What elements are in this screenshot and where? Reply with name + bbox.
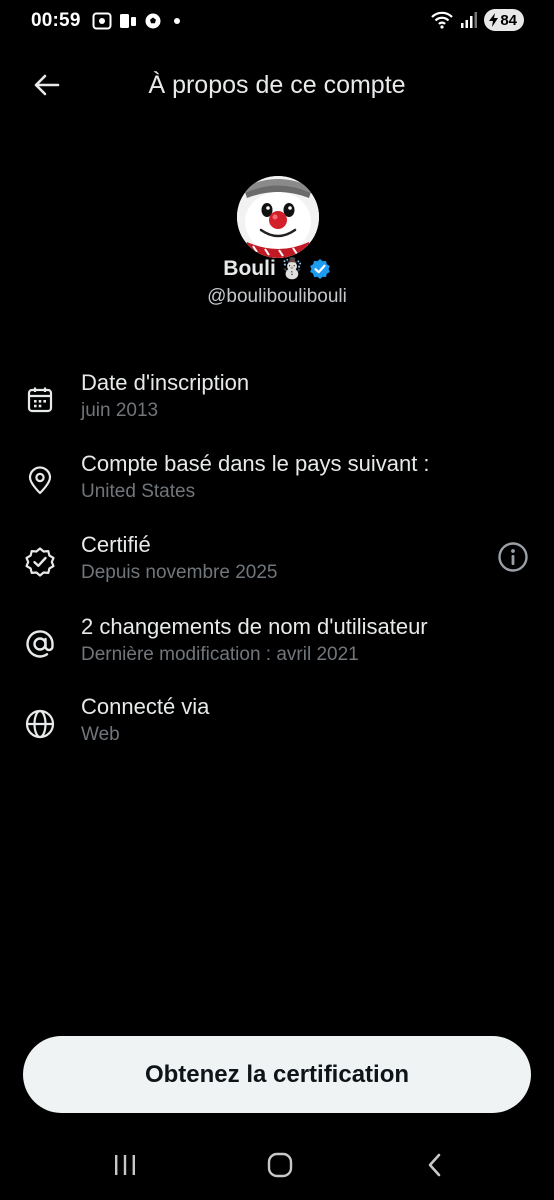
about-account-screen: 00:59 84 À propos de ce compte Bouli ☃️ … xyxy=(0,0,554,1200)
home-button[interactable] xyxy=(260,1148,300,1182)
info-row-username-changes: 2 changements de nom d'utilisateur Derni… xyxy=(0,614,554,676)
back-nav-button[interactable] xyxy=(415,1148,455,1182)
more-notifications-dot xyxy=(174,18,180,24)
location-pin-icon xyxy=(22,463,58,499)
system-navigation-bar xyxy=(0,1130,554,1200)
at-sign-icon xyxy=(22,626,58,662)
info-row-verified: Certifié Depuis novembre 2025 xyxy=(0,532,554,594)
snowman-avatar-image xyxy=(237,176,319,258)
verified-badge-icon xyxy=(309,258,330,279)
chevron-left-icon xyxy=(428,1153,441,1177)
info-row-join-date: Date d'inscription juin 2013 xyxy=(0,370,554,432)
profile-name-row: Bouli ☃️ xyxy=(0,256,554,281)
profile-handle: @bouliboulibouli xyxy=(207,286,347,307)
signal-icon xyxy=(461,12,478,28)
avatar[interactable] xyxy=(237,176,319,258)
battery-indicator: 84 xyxy=(484,9,524,31)
info-subtitle: Web xyxy=(81,724,120,745)
charging-bolt-icon xyxy=(489,13,499,27)
status-bar: 00:59 84 xyxy=(0,0,554,42)
status-time: 00:59 xyxy=(31,10,81,31)
verified-badge-outline-icon xyxy=(22,544,58,580)
info-title: Connecté via xyxy=(81,694,210,719)
recent-apps-button[interactable] xyxy=(105,1148,145,1182)
info-subtitle: United States xyxy=(81,481,196,502)
info-button[interactable] xyxy=(496,540,530,574)
home-icon xyxy=(267,1152,293,1178)
notification-icons xyxy=(92,12,180,30)
recent-apps-icon xyxy=(115,1155,135,1175)
battery-level: 84 xyxy=(500,11,517,29)
display-name: Bouli xyxy=(223,256,276,280)
page-title: À propos de ce compte xyxy=(148,71,406,99)
info-title: 2 changements de nom d'utilisateur xyxy=(81,614,428,639)
get-certified-button[interactable]: Obtenez la certification xyxy=(23,1036,531,1113)
info-circle-icon xyxy=(498,542,528,572)
info-subtitle: juin 2013 xyxy=(81,400,159,421)
info-row-connected-via: Connecté via Web xyxy=(0,694,554,756)
wifi-icon xyxy=(431,11,454,29)
info-row-country: Compte basé dans le pays suivant : Unite… xyxy=(0,451,554,513)
globe-icon xyxy=(22,706,58,742)
header: À propos de ce compte xyxy=(0,56,554,114)
snowman-emoji: ☃️ xyxy=(279,258,305,280)
info-subtitle: Depuis novembre 2025 xyxy=(81,562,278,583)
status-system-icons: 84 xyxy=(430,9,524,31)
soccer-ball-icon xyxy=(145,13,161,29)
info-title: Compte basé dans le pays suivant : xyxy=(81,451,430,476)
device-notification-icon xyxy=(120,14,136,28)
calendar-icon xyxy=(22,382,58,418)
screenshot-notification-icon xyxy=(92,12,112,30)
info-title: Date d'inscription xyxy=(81,370,250,395)
info-subtitle: Dernière modification : avril 2021 xyxy=(81,644,359,665)
info-title: Certifié xyxy=(81,532,151,557)
